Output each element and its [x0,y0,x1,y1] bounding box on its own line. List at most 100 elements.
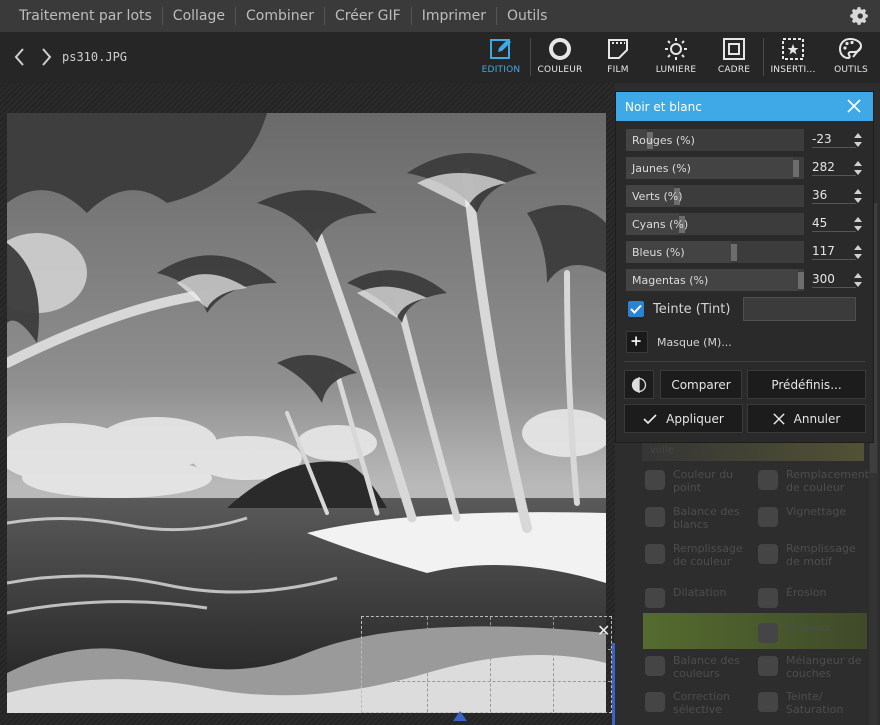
effect-icon [645,692,665,712]
tab-edition[interactable]: EDITION [472,32,530,83]
menu-create-gif[interactable]: Créer GIF [325,7,412,25]
dialog-divider [624,361,865,362]
tab-light-label: LUMIÈRE [655,65,697,75]
tab-tools-label: OUTILS [834,65,868,75]
effect-hue-saturation[interactable]: Teinte/ Saturation [758,690,870,722]
tab-frame[interactable]: CADRE [705,32,763,83]
cancel-label: Annuler [793,411,841,426]
color-circle-icon [549,38,571,60]
check-icon [643,413,657,424]
close-selection-icon[interactable]: ✕ [597,621,610,640]
grid-line [362,649,611,650]
tab-color-label: COULEUR [537,65,583,75]
menu-collage[interactable]: Collage [163,7,236,25]
plus-icon [631,336,641,346]
effect-spot-color[interactable]: Couleur du point [645,468,757,500]
effect-label: Balance des couleurs [673,654,740,680]
compare-button[interactable]: Comparer [660,370,742,399]
add-mask-button[interactable] [626,331,648,353]
tab-color[interactable]: COULEUR [531,32,589,83]
effect-icon [645,544,665,564]
gear-icon[interactable] [849,6,869,26]
tab-film[interactable]: FILM [589,32,647,83]
triangle-marker-icon[interactable] [453,711,467,721]
menu-combine[interactable]: Combiner [236,7,325,25]
effect-selective-correction[interactable]: Correction sélective [645,690,757,722]
image-workspace[interactable]: ✕ [0,83,615,725]
mask-label: Masque (M)... [657,336,732,349]
edit-icon [490,39,511,59]
effect-white-balance[interactable]: Balance des blancs [645,505,757,537]
insert-star-icon [782,38,804,60]
palette-icon [838,37,863,60]
close-icon[interactable] [847,99,861,113]
side-item-veil: voile [650,445,674,456]
effect-color-replace[interactable]: Remplacement de couleur [758,468,870,500]
tab-light[interactable]: LUMIÈRE [647,32,705,83]
slider-knob[interactable] [730,244,737,261]
menu-print[interactable]: Imprimer [412,7,497,25]
effect-pattern-fill[interactable]: Remplissage de motif [758,542,870,574]
spinner-arrows-icon[interactable] [853,244,863,260]
apply-button[interactable]: Appliquer [624,404,743,433]
effect-icon [758,544,778,564]
tint-checkbox[interactable] [628,301,644,317]
effect-label: Remplissage de couleur [673,542,743,568]
tab-edition-label: EDITION [481,65,521,75]
effect-vignette[interactable]: Vignettage [758,505,870,537]
split-compare-button[interactable] [624,370,654,399]
effect-icon [758,588,778,608]
effect-levels-row[interactable]: Niveaux [643,613,867,649]
black-white-dialog: Noir et blanc Rouges (%) -23 Jaunes (%) 282… [615,91,874,443]
slider-knob[interactable] [798,272,804,289]
slider-row: Cyans (%) 45 [626,213,866,235]
slider-track[interactable]: Verts (%) [626,185,804,207]
previous-image-icon[interactable] [12,46,28,68]
effect-label: Niveaux [786,621,831,634]
spinner-arrows-icon[interactable] [853,188,863,204]
tint-color-swatch[interactable] [743,297,856,321]
cancel-button[interactable]: Annuler [747,404,866,433]
slider-value-input[interactable]: 300 [812,272,856,288]
dialog-title: Noir et blanc [625,100,702,114]
slider-value-input[interactable]: 117 [812,244,856,260]
effect-label: Balance des blancs [673,505,740,531]
tab-film-label: FILM [607,65,629,75]
grid-line [553,617,554,712]
slider-row: Bleus (%) 117 [626,241,866,263]
effect-label: Remplissage de motif [786,542,856,568]
slider-track[interactable]: Cyans (%) [626,213,804,235]
tab-insert[interactable]: INSERTI... [764,32,822,83]
slider-knob[interactable] [792,160,799,177]
next-image-icon[interactable] [38,46,54,68]
slider-value-input[interactable]: 45 [812,216,856,232]
spinner-arrows-icon[interactable] [853,160,863,176]
effect-icon [645,507,665,527]
slider-value-input[interactable]: 36 [812,188,856,204]
selection-rectangle[interactable] [361,616,612,713]
menu-batch[interactable]: Traitement par lots [0,7,163,25]
effect-label: Couleur du point [673,468,734,494]
slider-value-input[interactable]: 282 [812,160,856,176]
tab-tools[interactable]: OUTILS [822,32,880,83]
split-view-icon [631,376,647,393]
effect-icon [758,692,778,712]
slider-track[interactable]: Rouges (%) [626,129,804,151]
effect-color-fill[interactable]: Remplissage de couleur [645,542,757,574]
tool-tabs: EDITION COULEUR FILM LUMIÈRE CADRE INSER… [472,32,880,83]
spinner-arrows-icon[interactable] [853,272,863,288]
effect-label: Correction sélective [673,690,730,716]
spinner-arrows-icon[interactable] [853,216,863,232]
tint-label: Teinte (Tint) [653,302,731,317]
spinner-arrows-icon[interactable] [853,132,863,148]
presets-button[interactable]: Prédéfinis... [747,370,866,399]
menu-tools[interactable]: Outils [497,7,557,25]
file-name: ps310.JPG [62,50,128,64]
slider-row: Rouges (%) -23 [626,129,866,151]
slider-track[interactable]: Bleus (%) [626,241,804,263]
effect-channel-mixer[interactable]: Mélangeur de couches [758,654,870,686]
slider-track[interactable]: Magentas (%) [626,269,804,291]
slider-track[interactable]: Jaunes (%) [626,157,804,179]
slider-value-input[interactable]: -23 [812,132,856,148]
effect-color-balance[interactable]: Balance des couleurs [645,654,757,686]
